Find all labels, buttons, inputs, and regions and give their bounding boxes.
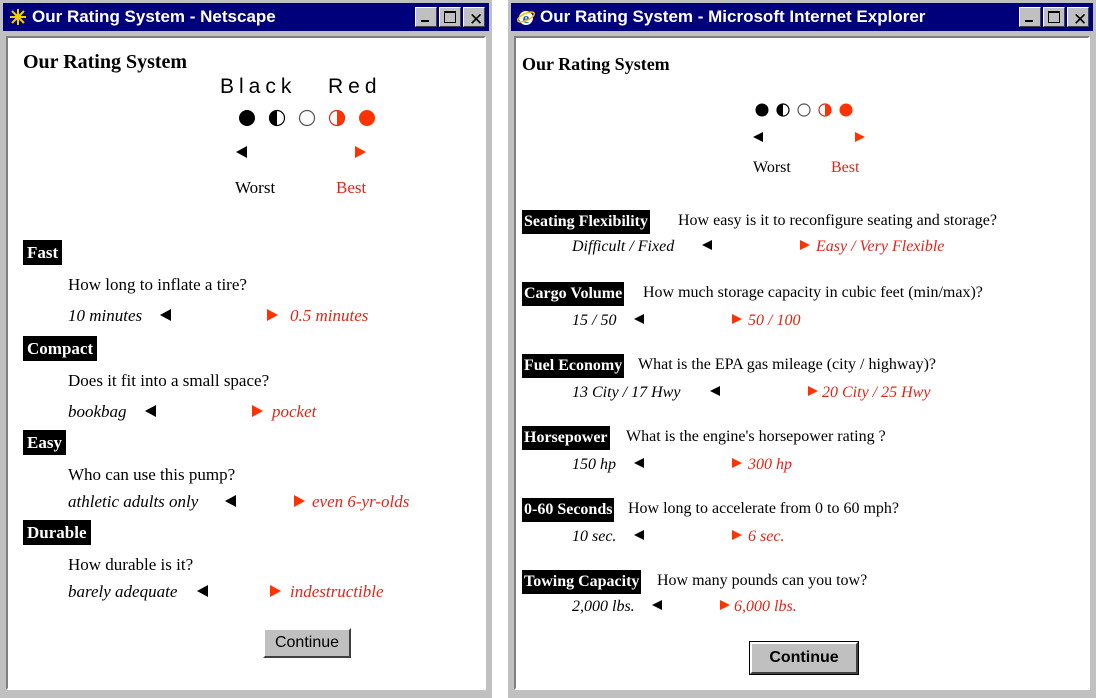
close-icon: ✕ <box>1073 10 1088 30</box>
worst-best-arrow <box>634 458 742 468</box>
criterion-question: How long to accelerate from 0 to 60 mph? <box>628 500 900 517</box>
worst-best-arrow <box>634 314 742 324</box>
best-value: indestructible <box>290 582 384 601</box>
worst-value: bookbag <box>68 402 127 421</box>
close-icon: ✕ <box>469 10 484 30</box>
page-title: Our Rating System <box>23 51 188 73</box>
best-value: 6,000 lbs. <box>734 598 797 615</box>
criterion-label: Easy <box>23 430 66 455</box>
best-value: Easy / Very Flexible <box>816 238 945 255</box>
criterion-label: Fast <box>23 240 63 265</box>
criterion-question: How long to inflate a tire? <box>68 275 247 294</box>
minimize-button[interactable] <box>1019 7 1041 27</box>
best-value: 300 hp <box>748 456 792 473</box>
rating-dot-full-red <box>839 103 853 117</box>
window-title: Our Rating System - Netscape <box>32 7 276 26</box>
best-value: 6 sec. <box>748 528 785 545</box>
best-value: 20 City / 25 Hwy <box>822 384 931 401</box>
rating-dot-full-black <box>239 110 255 126</box>
minimize-icon <box>1025 20 1033 22</box>
best-value: 0.5 minutes <box>290 306 369 325</box>
worst-label: Worst <box>753 159 791 176</box>
criterion-question: Who can use this pump? <box>68 465 236 484</box>
criterion-question: How durable is it? <box>68 555 194 574</box>
worst-best-arrow <box>145 405 263 417</box>
worst-value: 10 minutes <box>68 306 143 325</box>
rating-scale-dots <box>755 103 853 117</box>
worst-best-arrow <box>197 585 281 597</box>
netscape-icon <box>10 9 26 25</box>
worst-best-arrow <box>225 495 305 507</box>
close-button[interactable]: ✕ <box>463 7 485 30</box>
criterion-label: Cargo Volume <box>522 282 625 306</box>
black-label: Black <box>220 75 297 98</box>
continue-button[interactable]: Continue <box>263 628 351 658</box>
maximize-button[interactable] <box>439 7 461 27</box>
maximize-icon <box>444 11 456 23</box>
criterion-question: What is the EPA gas mileage (city / high… <box>638 356 937 373</box>
rating-dot-half-red <box>328 109 346 127</box>
criterion-label: Fuel Economy <box>522 354 625 378</box>
worst-best-arrow <box>160 309 278 321</box>
ie-page: Our Rating System Worst Best Seating Fle… <box>514 36 1090 690</box>
rating-dot-empty <box>298 109 316 127</box>
worst-best-arrow <box>753 132 865 142</box>
best-value: pocket <box>272 402 317 421</box>
red-label: Red <box>328 75 382 98</box>
internet-explorer-icon: e <box>517 11 535 26</box>
criterion-label: 0-60 Seconds <box>522 498 615 522</box>
rating-dot-full-red <box>359 110 375 126</box>
rating-dot-half-red <box>818 103 832 117</box>
worst-best-arrow <box>702 240 810 250</box>
criterion-question: What is the engine's horsepower rating ? <box>626 428 886 445</box>
minimize-icon <box>421 20 429 22</box>
netscape-window: Our Rating System - Netscape ✕ Our Ratin… <box>0 0 492 698</box>
maximize-icon <box>1048 11 1060 23</box>
worst-value: athletic adults only <box>68 492 199 511</box>
worst-label: Worst <box>235 178 276 197</box>
criterion-label: Towing Capacity <box>522 570 642 594</box>
criterion-question: How many pounds can you tow? <box>657 572 868 589</box>
worst-value: barely adequate <box>68 582 178 601</box>
best-label: Best <box>336 178 367 197</box>
rating-dot-full-black <box>755 103 769 117</box>
minimize-button[interactable] <box>415 7 437 27</box>
worst-value: Difficult / Fixed <box>572 238 675 255</box>
worst-value: 2,000 lbs. <box>572 598 635 615</box>
ie-title-bar[interactable]: e Our Rating System - Microsoft Internet… <box>511 3 1093 31</box>
criterion-label: Seating Flexibility <box>522 210 650 234</box>
rating-scale-dots <box>239 109 375 127</box>
worst-best-arrow <box>710 386 818 396</box>
worst-value: 10 sec. <box>572 528 617 545</box>
netscape-page: Our Rating System Black Red Worst Best F… <box>6 36 486 690</box>
close-button[interactable]: ✕ <box>1067 7 1089 30</box>
best-value: even 6-yr-olds <box>312 492 410 511</box>
criterion-label: Compact <box>23 336 98 361</box>
rating-dot-half-black <box>268 109 286 127</box>
criterion-label: Horsepower <box>522 426 610 450</box>
maximize-button[interactable] <box>1043 7 1065 27</box>
netscape-title-bar[interactable]: Our Rating System - Netscape ✕ <box>3 3 489 31</box>
window-title: Our Rating System - Microsoft Internet E… <box>540 7 926 26</box>
worst-value: 13 City / 17 Hwy <box>572 384 681 401</box>
criterion-question: Does it fit into a small space? <box>68 371 270 390</box>
best-value: 50 / 100 <box>748 312 801 329</box>
worst-best-arrow <box>652 600 730 610</box>
worst-value: 150 hp <box>572 456 616 473</box>
worst-best-arrow <box>236 146 366 158</box>
criterion-label: Durable <box>23 520 91 545</box>
criterion-question: How easy is it to reconfigure seating an… <box>678 212 998 229</box>
criterion-question: How much storage capacity in cubic feet … <box>643 284 983 301</box>
worst-best-arrow <box>634 530 742 540</box>
rating-dot-empty <box>797 103 811 117</box>
rating-dot-half-black <box>776 103 790 117</box>
window-gap <box>492 0 508 698</box>
worst-value: 15 / 50 <box>572 312 617 329</box>
page-title: Our Rating System <box>522 54 670 74</box>
best-label: Best <box>831 159 860 176</box>
continue-button[interactable]: Continue <box>749 641 859 675</box>
internet-explorer-window: e Our Rating System - Microsoft Internet… <box>508 0 1096 698</box>
